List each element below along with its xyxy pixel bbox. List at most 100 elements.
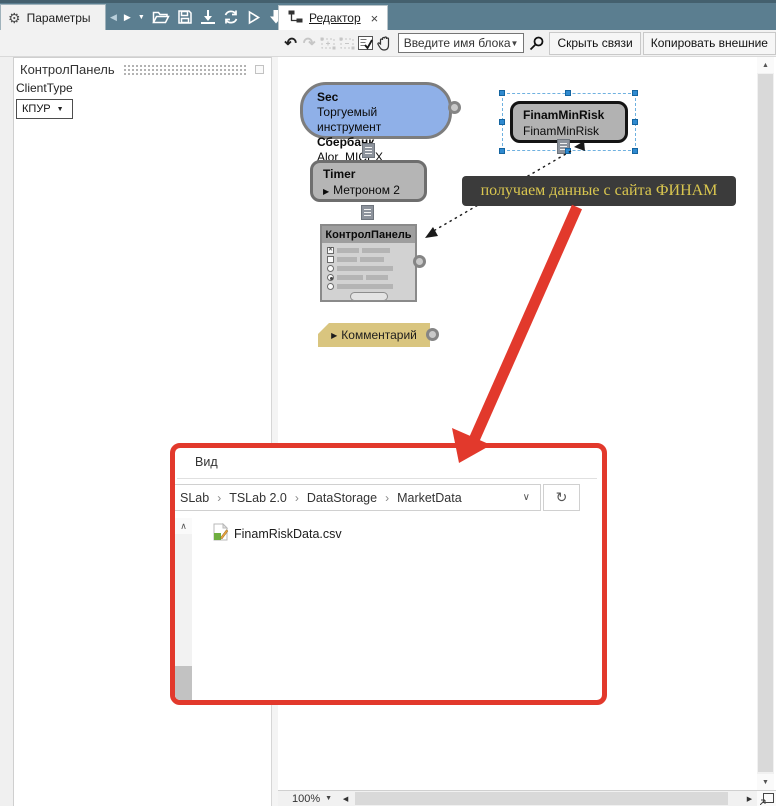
breadcrumb-item[interactable]: DataStorage bbox=[307, 491, 377, 505]
search-icon bbox=[530, 36, 544, 51]
editor-tab-label: Редактор bbox=[309, 11, 361, 25]
selection-handle[interactable] bbox=[565, 148, 571, 154]
play-marker-icon: ▶ bbox=[323, 187, 330, 196]
zoom-level-value[interactable]: 100% bbox=[292, 793, 320, 805]
gear-icon: ⚙ bbox=[8, 9, 21, 26]
hide-links-button[interactable]: Скрыть связи bbox=[549, 31, 641, 55]
output-port[interactable] bbox=[413, 255, 426, 268]
open-folder-icon[interactable] bbox=[152, 9, 170, 25]
breadcrumb-separator-icon: › bbox=[217, 490, 222, 505]
validate-list-button[interactable] bbox=[357, 32, 374, 54]
schema-icon bbox=[288, 10, 303, 26]
canvas-statusbar: 100% ▼ ◀ ▶ bbox=[278, 790, 757, 806]
ungroup-blocks-button[interactable] bbox=[338, 32, 356, 54]
refresh-icon: ↻ bbox=[555, 489, 568, 505]
undo-icon: ↶ bbox=[284, 35, 297, 52]
block-sec[interactable]: Sec Торгуемый инструмент Сбербанк Alor_M… bbox=[300, 82, 452, 164]
copy-external-button[interactable]: Копировать внешние bbox=[642, 31, 776, 55]
breadcrumb-item[interactable]: SLab bbox=[180, 491, 209, 505]
breadcrumb-item[interactable]: TSLab 2.0 bbox=[229, 491, 287, 505]
explorer-scrollbar[interactable]: ∧ bbox=[175, 518, 192, 700]
ungroup-blocks-icon bbox=[339, 37, 355, 49]
selection-handle[interactable] bbox=[632, 119, 638, 125]
scroll-left-icon: ◀ bbox=[342, 795, 349, 803]
note-icon[interactable] bbox=[362, 143, 375, 158]
import-download-icon[interactable] bbox=[200, 9, 216, 25]
selection-handle[interactable] bbox=[499, 90, 505, 96]
clienttype-dropdown[interactable]: КПУР ▼ bbox=[16, 99, 73, 119]
control-panel-block-title: КонтролПанель bbox=[322, 226, 415, 243]
finam-block-line2: FinamMinRisk bbox=[523, 124, 600, 138]
search-block-button[interactable] bbox=[528, 32, 546, 54]
sec-block-name: Sec bbox=[317, 90, 339, 104]
selection-handle[interactable] bbox=[565, 90, 571, 96]
redo-button[interactable]: ↷ bbox=[300, 32, 317, 54]
nav-forward-icon[interactable]: ▶ bbox=[124, 12, 131, 23]
selection-handle[interactable] bbox=[632, 148, 638, 154]
nav-back-icon[interactable]: ◀ bbox=[110, 12, 117, 23]
selection-handle[interactable] bbox=[499, 148, 505, 154]
nav-dropdown-icon[interactable]: ▼ bbox=[138, 14, 145, 21]
block-finamminrisk[interactable]: FinamMinRisk FinamMinRisk bbox=[510, 101, 628, 143]
undo-button[interactable]: ↶ bbox=[282, 32, 299, 54]
hand-icon bbox=[377, 35, 390, 51]
group-blocks-button[interactable] bbox=[319, 32, 337, 54]
redo-icon: ↷ bbox=[302, 35, 316, 52]
dropdown-caret-icon: ▼ bbox=[56, 105, 64, 113]
chevron-down-icon[interactable]: ∨ bbox=[523, 492, 530, 503]
group-title: КонтролПанель bbox=[20, 61, 115, 77]
scrollbar-thumb[interactable] bbox=[175, 666, 192, 700]
sec-block-line2: Торгуемый инструмент bbox=[317, 105, 382, 134]
breadcrumb-item[interactable]: MarketData bbox=[397, 491, 462, 505]
scroll-down-button[interactable]: ▼ bbox=[757, 774, 774, 790]
output-port[interactable] bbox=[448, 101, 461, 114]
block-timer[interactable]: Timer ▶ Метроном 2 bbox=[310, 160, 427, 202]
fit-to-window-icon bbox=[759, 792, 774, 805]
breadcrumb-separator-icon: › bbox=[294, 490, 299, 505]
control-panel-preview: ✕ bbox=[322, 243, 415, 303]
block-name-combobox[interactable]: Введите имя блока ▼ bbox=[397, 33, 525, 53]
scroll-right-button[interactable]: ▶ bbox=[742, 791, 757, 806]
save-icon[interactable] bbox=[177, 9, 193, 25]
clienttype-label: ClientType bbox=[16, 81, 73, 95]
scroll-up-button[interactable]: ▲ bbox=[757, 57, 774, 73]
scroll-right-icon: ▶ bbox=[746, 795, 753, 803]
canvas-vertical-scrollbar[interactable]: ▲ ▼ bbox=[757, 57, 774, 790]
finam-block-name: FinamMinRisk bbox=[523, 108, 605, 122]
combo-caret-icon[interactable]: ▼ bbox=[511, 39, 519, 48]
menu-separator bbox=[177, 478, 597, 479]
canvas-horizontal-scrollbar[interactable] bbox=[353, 791, 742, 806]
file-item-finamriskdata[interactable]: FinamRiskData.csv bbox=[213, 522, 342, 544]
close-icon[interactable]: × bbox=[371, 11, 379, 26]
block-comment[interactable]: ▶ Комментарий bbox=[318, 323, 430, 347]
tab-parameters[interactable]: ⚙ Параметры bbox=[0, 4, 106, 30]
group-collapse-box[interactable] bbox=[255, 64, 264, 74]
drag-dots-texture bbox=[122, 63, 247, 75]
scroll-up-icon[interactable]: ∧ bbox=[175, 518, 192, 534]
block-control-panel[interactable]: КонтролПанель ✕ bbox=[320, 224, 417, 302]
run-play-icon[interactable] bbox=[246, 10, 261, 25]
scrollbar-thumb[interactable] bbox=[758, 74, 773, 772]
fit-to-window-button[interactable] bbox=[757, 790, 776, 806]
tab-editor[interactable]: Редактор × bbox=[278, 5, 389, 30]
output-port[interactable] bbox=[426, 328, 439, 341]
note-icon[interactable] bbox=[361, 205, 374, 220]
preview-button bbox=[349, 292, 388, 301]
explorer-view-menu[interactable]: Вид bbox=[195, 455, 218, 469]
refresh-button[interactable]: ↻ bbox=[543, 484, 580, 511]
block-tooltip: получаем данные с сайта ФИНАМ bbox=[462, 176, 736, 206]
zoom-caret-icon[interactable]: ▼ bbox=[325, 795, 332, 802]
checklist-icon bbox=[358, 36, 374, 50]
timer-block-line2: ▶ Метроном 2 bbox=[323, 183, 400, 197]
sync-icon[interactable] bbox=[223, 9, 239, 25]
pan-hand-button[interactable] bbox=[375, 32, 392, 54]
explorer-address-bar[interactable]: SLab › TSLab 2.0 › DataStorage › MarketD… bbox=[175, 484, 541, 511]
scroll-left-button[interactable]: ◀ bbox=[338, 791, 353, 806]
selection-handle[interactable] bbox=[499, 119, 505, 125]
comment-block-label: Комментарий bbox=[341, 328, 417, 342]
file-explorer-callout: Вид SLab › TSLab 2.0 › DataStorage › Mar… bbox=[170, 443, 607, 705]
control-panel-group-header[interactable]: КонтролПанель bbox=[20, 61, 264, 77]
main-toolbar: ◀ ▶ ▼ bbox=[110, 6, 284, 28]
scrollbar-thumb[interactable] bbox=[355, 792, 729, 805]
selection-handle[interactable] bbox=[632, 90, 638, 96]
